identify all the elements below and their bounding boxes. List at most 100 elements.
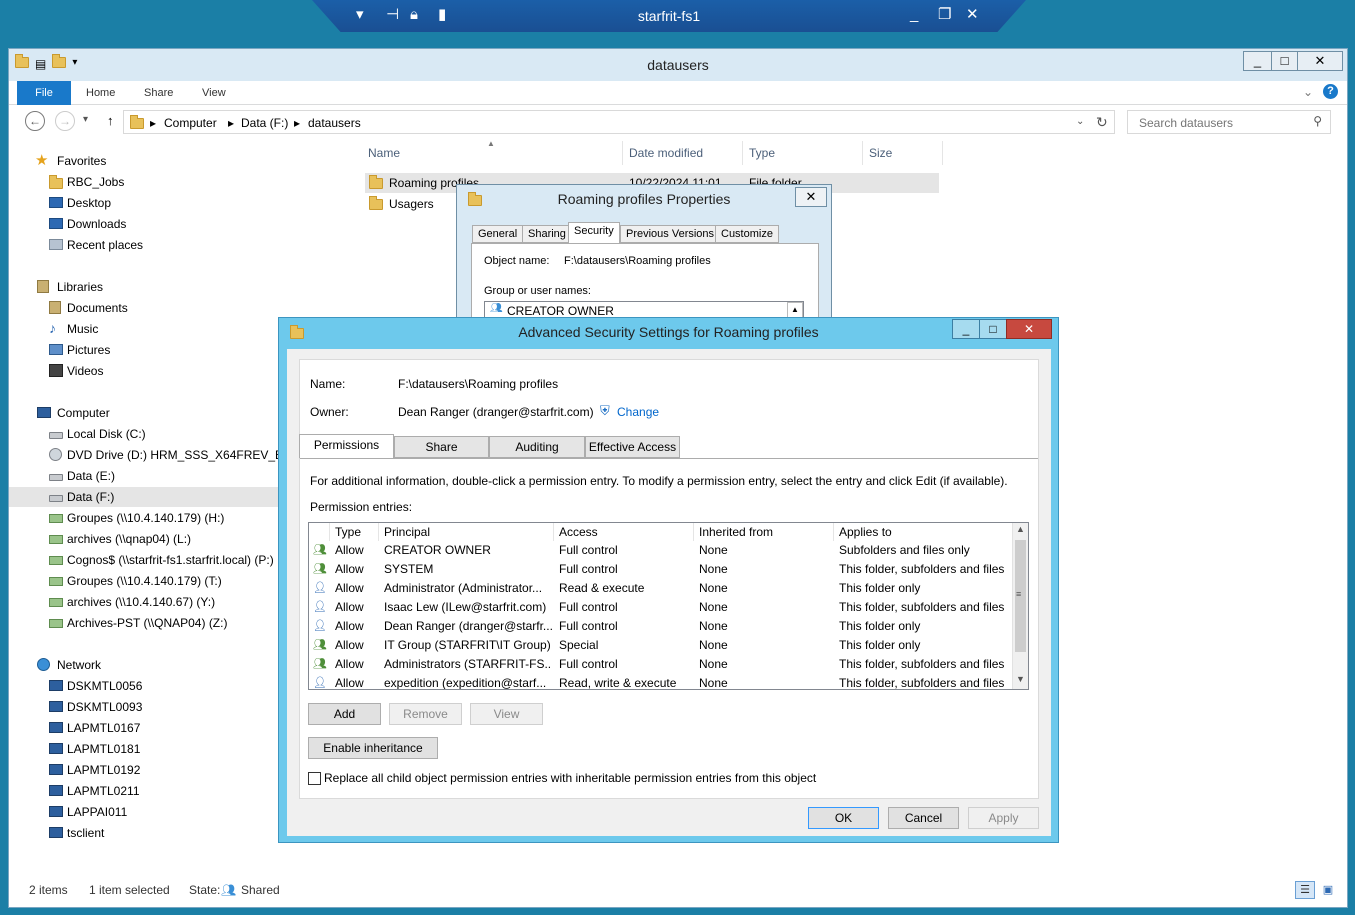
recent-locations-icon[interactable]: ▾ bbox=[83, 114, 88, 125]
tab-view[interactable]: View bbox=[202, 81, 226, 105]
owner-value: Dean Ranger (dranger@starfrit.com) bbox=[398, 405, 594, 419]
user-icon: 👤︎ bbox=[313, 601, 327, 613]
scroll-up-icon[interactable]: ▲ bbox=[1016, 524, 1025, 534]
group-icon: 👥︎ bbox=[313, 658, 327, 670]
entry-principal: Isaac Lew (ILew@starfrit.com) bbox=[384, 600, 547, 614]
search-icon[interactable]: ⚲ bbox=[1313, 114, 1322, 128]
group-list-item[interactable]: CREATOR OWNER bbox=[507, 304, 614, 318]
replace-entries-checkbox[interactable] bbox=[308, 772, 321, 785]
nav-label: DSKMTL0093 bbox=[67, 700, 143, 714]
up-arrow-icon[interactable]: ↑ bbox=[107, 113, 114, 128]
tab-general[interactable]: General bbox=[472, 225, 524, 243]
ribbon-tabs: File Home Share View ⌄ ? bbox=[9, 81, 1347, 105]
column-header-inherited[interactable]: Inherited from bbox=[694, 523, 834, 541]
rdp-title: starfrit-fs1 bbox=[637, 8, 701, 24]
restore-icon[interactable]: ❐ bbox=[938, 6, 951, 24]
breadcrumb-computer[interactable]: Computer bbox=[164, 116, 217, 130]
computer-icon bbox=[49, 806, 63, 817]
table-scrollbar[interactable]: ▲ ≡ ▼ bbox=[1012, 523, 1028, 689]
entry-type: Allow bbox=[335, 581, 364, 595]
drive-icon bbox=[49, 474, 63, 481]
chevron-right-icon[interactable]: ▸ bbox=[228, 116, 234, 130]
change-owner-link[interactable]: Change bbox=[617, 405, 659, 419]
remove-button[interactable]: Remove bbox=[389, 703, 462, 725]
user-icon: 👤︎ bbox=[313, 620, 327, 632]
tab-security[interactable]: Security bbox=[568, 222, 620, 244]
enable-inheritance-button[interactable]: Enable inheritance bbox=[308, 737, 438, 759]
maximize-button[interactable]: □ bbox=[979, 319, 1007, 339]
column-header-type[interactable]: Type bbox=[330, 523, 379, 541]
address-bar[interactable]: ▸ Computer ▸ Data (F:) ▸ datausers ⌄ ↻ bbox=[123, 110, 1115, 134]
tab-home[interactable]: Home bbox=[86, 81, 115, 105]
nav-label: Libraries bbox=[57, 280, 104, 294]
column-header-access[interactable]: Access bbox=[554, 523, 694, 541]
properties-dialog: Roaming profiles Properties ✕ General Sh… bbox=[456, 184, 832, 329]
refresh-icon[interactable]: ↻ bbox=[1096, 114, 1108, 131]
window-title: datausers bbox=[647, 57, 709, 73]
column-header-applies-to[interactable]: Applies to bbox=[834, 523, 1014, 541]
shield-icon: ⛨ bbox=[600, 403, 610, 418]
tab-customize[interactable]: Customize bbox=[715, 225, 779, 243]
nav-label: LAPMTL0167 bbox=[67, 721, 141, 735]
tab-file[interactable]: File bbox=[17, 81, 71, 105]
group-names-label: Group or user names: bbox=[484, 285, 591, 297]
close-button[interactable]: ✕ bbox=[1006, 319, 1052, 339]
chevron-down-icon[interactable]: ⌄ bbox=[1303, 85, 1313, 99]
breadcrumb-datausers[interactable]: datausers bbox=[308, 116, 361, 130]
item-count: 2 items bbox=[29, 883, 68, 897]
tab-share[interactable]: Share bbox=[394, 436, 489, 458]
minimize-button[interactable]: _ bbox=[1243, 51, 1272, 71]
maximize-button[interactable]: □ bbox=[1271, 51, 1298, 71]
folder-icon bbox=[130, 115, 144, 129]
details-view-icon[interactable]: ☰ bbox=[1295, 881, 1315, 899]
nav-label: RBC_Jobs bbox=[67, 175, 125, 189]
computer-icon bbox=[49, 743, 63, 754]
close-icon[interactable]: ✕ bbox=[966, 6, 979, 24]
breadcrumb-data-f[interactable]: Data (F:) bbox=[241, 116, 288, 130]
tab-effective-access[interactable]: Effective Access bbox=[585, 436, 680, 458]
permission-entry-row[interactable]: 👥︎ Allow SYSTEM Full control None This folder… bbox=[309, 560, 1013, 579]
forward-button[interactable]: → bbox=[55, 111, 75, 131]
close-button[interactable]: ✕ bbox=[795, 187, 827, 207]
replace-entries-label: Replace all child object permission entr… bbox=[324, 771, 817, 785]
nav-label: LAPMTL0192 bbox=[67, 763, 141, 777]
scroll-down-icon[interactable]: ▼ bbox=[1016, 674, 1025, 684]
nav-item-drive-f[interactable]: Data (F:) bbox=[9, 487, 279, 507]
chevron-right-icon[interactable]: ▸ bbox=[150, 116, 156, 130]
permission-entry-row[interactable]: 👤︎ Allow expedition (expedition@starf... Re… bbox=[309, 674, 1013, 689]
permission-entry-row[interactable]: 👤︎ Allow Dean Ranger (dranger@starfr... Ful… bbox=[309, 617, 1013, 636]
permission-entry-row[interactable]: 👤︎ Allow Administrator (Administrator... Re… bbox=[309, 579, 1013, 598]
tab-permissions[interactable]: Permissions bbox=[299, 434, 394, 459]
column-header-date[interactable]: Date modified bbox=[623, 141, 743, 165]
entry-access: Read & execute bbox=[559, 581, 645, 595]
view-button[interactable]: View bbox=[470, 703, 543, 725]
apply-button[interactable]: Apply bbox=[968, 807, 1039, 829]
add-button[interactable]: Add bbox=[308, 703, 381, 725]
back-button[interactable]: ← bbox=[25, 111, 45, 131]
tab-share[interactable]: Share bbox=[144, 81, 173, 105]
tab-sharing[interactable]: Sharing bbox=[522, 225, 572, 243]
permission-entry-row[interactable]: 👥︎ Allow CREATOR OWNER Full control None Subf… bbox=[309, 541, 1013, 560]
permission-entry-row[interactable]: 👥︎ Allow IT Group (STARFRIT\IT Group) Speci… bbox=[309, 636, 1013, 655]
search-input[interactable] bbox=[1137, 115, 1307, 131]
tab-auditing[interactable]: Auditing bbox=[489, 436, 585, 458]
chevron-down-icon[interactable]: ⌄ bbox=[1076, 116, 1084, 127]
ok-button[interactable]: OK bbox=[808, 807, 879, 829]
owner-label: Owner: bbox=[310, 405, 349, 419]
help-icon[interactable]: ? bbox=[1323, 84, 1338, 99]
column-header-size[interactable]: Size bbox=[863, 141, 943, 165]
close-button[interactable]: ✕ bbox=[1297, 51, 1343, 71]
scroll-up-icon[interactable]: ▲ bbox=[787, 302, 803, 318]
minimize-button[interactable]: _ bbox=[952, 319, 980, 339]
column-header-type[interactable]: Type bbox=[743, 141, 863, 165]
large-icons-view-icon[interactable]: ▣ bbox=[1319, 881, 1337, 899]
state-value: Shared bbox=[241, 883, 280, 897]
minimize-icon[interactable]: _ bbox=[910, 6, 918, 24]
permission-entry-row[interactable]: 👤︎ Allow Isaac Lew (ILew@starfrit.com) Full… bbox=[309, 598, 1013, 617]
column-header-principal[interactable]: Principal bbox=[379, 523, 554, 541]
permission-entry-row[interactable]: 👥︎ Allow Administrators (STARFRIT-FS... Ful… bbox=[309, 655, 1013, 674]
tab-previous-versions[interactable]: Previous Versions bbox=[620, 225, 721, 243]
cancel-button[interactable]: Cancel bbox=[888, 807, 959, 829]
chevron-right-icon[interactable]: ▸ bbox=[294, 116, 300, 130]
drive-icon bbox=[49, 495, 63, 502]
